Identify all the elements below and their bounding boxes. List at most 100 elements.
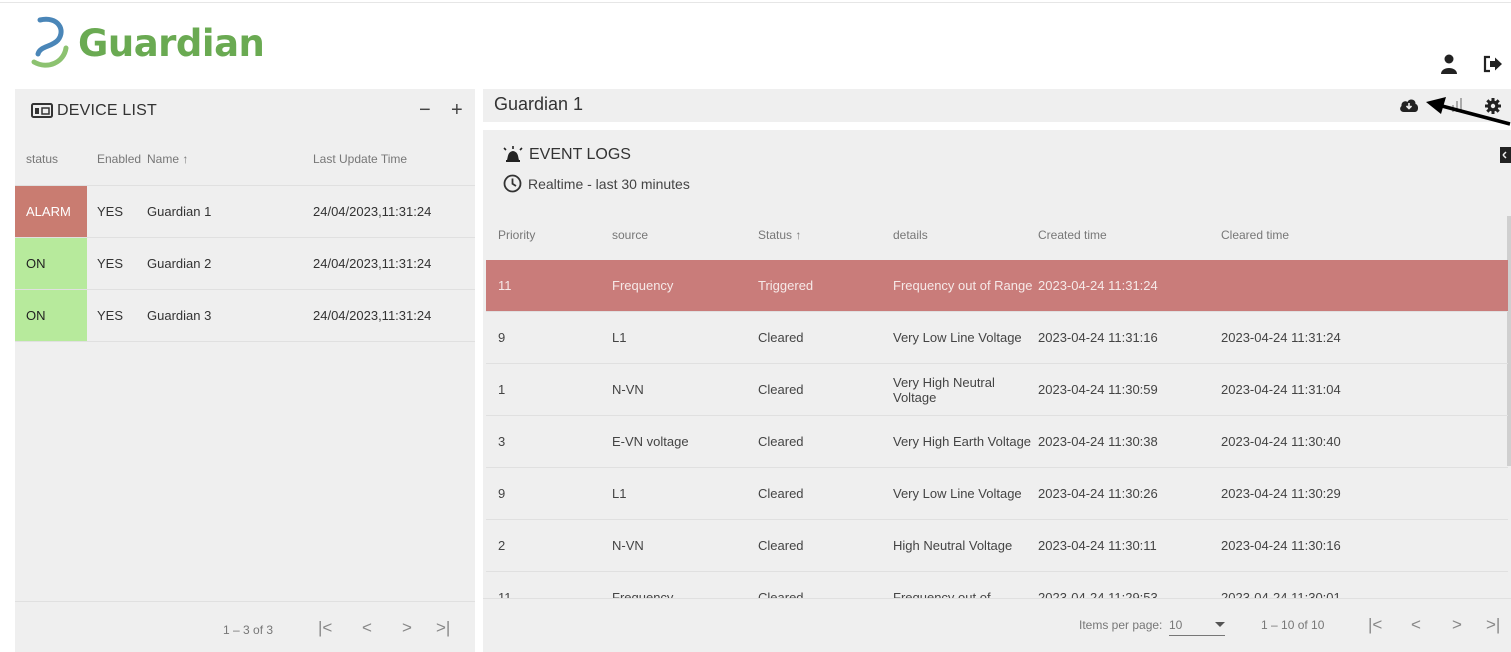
- priority-cell: 11: [498, 278, 512, 293]
- event-logs-table: Priority source Status ↑ details Created…: [486, 210, 1508, 598]
- alarm-bell-icon: [503, 146, 523, 162]
- col-status[interactable]: Status ↑: [758, 228, 893, 242]
- table-row[interactable]: 1 N-VN Cleared Very High Neutral Voltage…: [486, 364, 1508, 416]
- clock-icon: [503, 174, 522, 193]
- enabled-cell: YES: [97, 256, 124, 271]
- add-device-button[interactable]: +: [451, 99, 463, 122]
- name-cell: Guardian 3: [147, 308, 212, 323]
- user-icon[interactable]: [1440, 54, 1458, 74]
- table-row[interactable]: 11 Frequency Cleared Frequency out of 20…: [486, 572, 1508, 598]
- source-cell: L1: [612, 330, 627, 345]
- col-created-time[interactable]: Created time: [1038, 228, 1221, 242]
- top-divider: [0, 2, 1511, 3]
- table-row[interactable]: 2 N-VN Cleared High Neutral Voltage 2023…: [486, 520, 1508, 572]
- items-per-page-value: 10: [1169, 618, 1183, 632]
- source-cell: N-VN: [612, 538, 644, 553]
- items-per-page-select[interactable]: 10: [1169, 618, 1225, 636]
- device-panel-header: Guardian 1: [483, 89, 1511, 122]
- source-cell: L1: [612, 486, 627, 501]
- details-cell: Very Low Line Voltage: [893, 486, 1022, 501]
- cleared-cell: 2023-04-24 11:30:40: [1221, 434, 1341, 449]
- priority-cell: 9: [498, 330, 506, 345]
- enabled-cell: YES: [97, 204, 124, 219]
- cleared-cell: 2023-04-24 11:30:01: [1221, 590, 1341, 598]
- logo-text: Guardian: [78, 21, 265, 65]
- event-logs-column-headers: Priority source Status ↑ details Created…: [486, 210, 1508, 260]
- details-cell: Very Low Line Voltage: [893, 330, 1022, 345]
- status-cell: Cleared: [758, 382, 804, 397]
- created-cell: 2023-04-24 11:31:24: [1038, 278, 1158, 293]
- source-cell: Frequency: [612, 278, 674, 293]
- status-badge: ALARM: [15, 186, 87, 237]
- event-logs-panel: EVENT LOGS Realtime - last 30 minutes Pr…: [483, 130, 1511, 652]
- source-cell: Frequency: [612, 590, 674, 598]
- table-row[interactable]: 9 L1 Cleared Very Low Line Voltage 2023-…: [486, 468, 1508, 520]
- logo-mark-icon: [31, 16, 69, 68]
- app-logo: Guardian: [28, 14, 265, 72]
- cleared-cell: 2023-04-24 11:30:16: [1221, 538, 1341, 553]
- table-row[interactable]: ALARM YES Guardian 1 24/04/2023,11:31:24: [15, 186, 475, 238]
- status-badge: ON: [15, 290, 87, 341]
- priority-cell: 2: [498, 538, 506, 553]
- created-cell: 2023-04-24 11:30:38: [1038, 434, 1158, 449]
- last-page-button[interactable]: >|: [1486, 615, 1500, 635]
- details-cell: High Neutral Voltage: [893, 538, 1013, 553]
- device-list-column-headers: status Enabled Name ↑ Last Update Time: [15, 132, 475, 186]
- first-page-button[interactable]: |<: [1368, 615, 1382, 635]
- annotation-arrow-icon: [1426, 97, 1511, 126]
- table-row[interactable]: 11 Frequency Triggered Frequency out of …: [486, 260, 1508, 312]
- prev-page-button[interactable]: <: [362, 618, 372, 638]
- event-logs-subtitle: Realtime - last 30 minutes: [528, 175, 690, 192]
- col-details[interactable]: details: [893, 228, 1038, 243]
- time-cell: 24/04/2023,11:31:24: [313, 308, 432, 323]
- prev-page-button[interactable]: <: [1411, 615, 1421, 635]
- col-enabled[interactable]: Enabled: [87, 152, 146, 166]
- priority-cell: 11: [498, 590, 512, 598]
- details-cell: Frequency out of Range: [893, 278, 1033, 293]
- created-cell: 2023-04-24 11:31:16: [1038, 330, 1158, 345]
- table-row[interactable]: 9 L1 Cleared Very Low Line Voltage 2023-…: [486, 312, 1508, 364]
- table-row[interactable]: 3 E-VN voltage Cleared Very High Earth V…: [486, 416, 1508, 468]
- source-cell: N-VN: [612, 382, 644, 397]
- name-cell: Guardian 2: [147, 256, 212, 271]
- source-cell: E-VN voltage: [612, 434, 689, 449]
- status-cell: Cleared: [758, 486, 804, 501]
- status-cell: Cleared: [758, 590, 804, 598]
- table-row[interactable]: ON YES Guardian 3 24/04/2023,11:31:24: [15, 290, 475, 342]
- status-cell: Cleared: [758, 538, 804, 553]
- cleared-cell: 2023-04-24 11:31:04: [1221, 382, 1341, 397]
- cloud-download-icon[interactable]: [1399, 97, 1419, 113]
- col-cleared-time[interactable]: Cleared time: [1221, 228, 1381, 242]
- created-cell: 2023-04-24 11:30:11: [1038, 538, 1157, 553]
- enabled-cell: YES: [97, 308, 124, 323]
- created-cell: 2023-04-24 11:30:26: [1038, 486, 1158, 501]
- event-logs-header: EVENT LOGS: [503, 146, 631, 164]
- time-cell: 24/04/2023,11:31:24: [313, 256, 432, 271]
- table-row[interactable]: ON YES Guardian 2 24/04/2023,11:31:24: [15, 238, 475, 290]
- col-status[interactable]: status: [15, 132, 87, 185]
- device-list-panel: DEVICE LIST − + status Enabled Name ↑ La…: [15, 89, 475, 652]
- created-cell: 2023-04-24 11:29:53: [1038, 590, 1158, 598]
- event-logs-subtitle-row: Realtime - last 30 minutes: [503, 174, 690, 193]
- status-cell: Triggered: [758, 278, 814, 293]
- details-cell: Very High Earth Voltage: [893, 434, 1032, 449]
- col-last-update[interactable]: Last Update Time: [313, 152, 463, 166]
- device-title: Guardian 1: [494, 94, 584, 114]
- col-name[interactable]: Name ↑: [146, 152, 313, 166]
- priority-cell: 9: [498, 486, 506, 501]
- export-icon[interactable]: [1500, 147, 1511, 163]
- last-page-button[interactable]: >|: [436, 618, 450, 638]
- collapse-button[interactable]: −: [419, 99, 431, 122]
- next-page-button[interactable]: >: [402, 618, 412, 638]
- first-page-button[interactable]: |<: [318, 618, 332, 638]
- details-cell: Frequency out of: [893, 590, 991, 598]
- chevron-down-icon: [1215, 622, 1225, 627]
- col-priority[interactable]: Priority: [486, 228, 612, 242]
- next-page-button[interactable]: >: [1452, 615, 1462, 635]
- col-source[interactable]: source: [612, 228, 758, 242]
- items-per-page-label: Items per page:: [1079, 618, 1163, 632]
- logout-icon[interactable]: [1482, 54, 1504, 74]
- priority-cell: 1: [498, 382, 506, 397]
- range-label: 1 – 10 of 10: [1261, 618, 1325, 632]
- cleared-cell: 2023-04-24 11:30:29: [1221, 486, 1341, 501]
